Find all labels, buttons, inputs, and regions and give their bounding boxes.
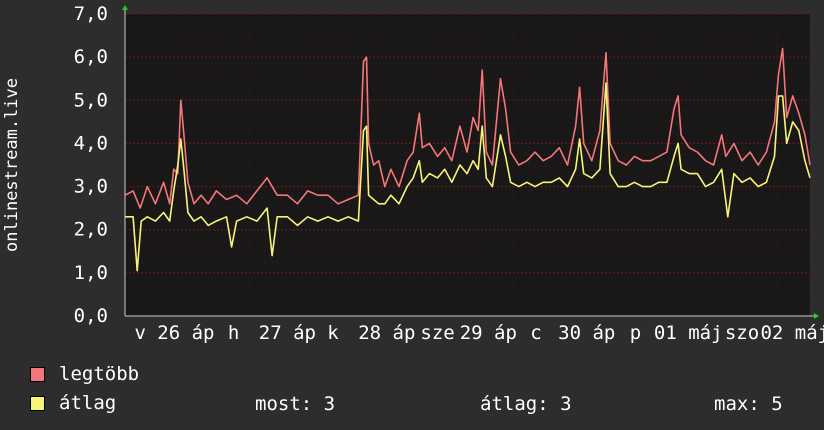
legend-item-atlag: átlag: [30, 392, 117, 414]
x-tick-label: 02 máj: [760, 322, 824, 344]
x-tick-label: 29 áp: [460, 322, 517, 344]
x-tick-label: 01 máj: [654, 322, 723, 344]
legend-swatch-legtobb: [30, 366, 45, 382]
legend-item-legtobb: legtöbb: [30, 363, 140, 385]
legend-label-atlag: átlag: [59, 392, 117, 414]
chart-root: 0,0 1,0 2,0 3,0 4,0 5,0 6,0 7,0 v 26 áp h 27 áp k 28 …: [0, 0, 824, 430]
x-tick-label: sze: [420, 322, 454, 344]
stat-most: most: 3: [255, 393, 336, 415]
y-tick-label: 1,0: [74, 262, 108, 284]
y-tick-label: 2,0: [74, 219, 108, 241]
legend-swatch-atlag: [30, 395, 45, 411]
x-tick-label: p: [630, 322, 641, 344]
y-tick-label: 7,0: [74, 3, 108, 25]
stat-atlag: átlag: 3: [480, 393, 572, 415]
y-tick-label: 3,0: [74, 176, 108, 198]
x-tick-label: szo: [725, 322, 759, 344]
legend-label-legtobb: legtöbb: [59, 363, 140, 385]
y-tick-label: 4,0: [74, 132, 108, 154]
x-tick-label: 26 áp: [157, 322, 214, 344]
plot-area: [125, 14, 810, 316]
x-tick-label: c: [530, 322, 541, 344]
y-tick-label: 6,0: [74, 46, 108, 68]
y-tick-label: 0,0: [74, 305, 108, 327]
x-tick-label: 28 áp: [358, 322, 415, 344]
y-axis-arrow: [122, 5, 128, 10]
x-tick-label: v: [134, 322, 145, 344]
x-tick-label: k: [327, 322, 339, 344]
x-tick-label: 30 áp: [558, 322, 615, 344]
x-axis-arrow: [814, 313, 819, 319]
y-tick-label: 5,0: [74, 89, 108, 111]
x-tick-label: 27 áp: [259, 322, 316, 344]
x-tick-label: h: [228, 322, 239, 344]
y-axis-title: onlinestream.live: [2, 78, 22, 252]
stat-max: max: 5: [714, 393, 783, 415]
